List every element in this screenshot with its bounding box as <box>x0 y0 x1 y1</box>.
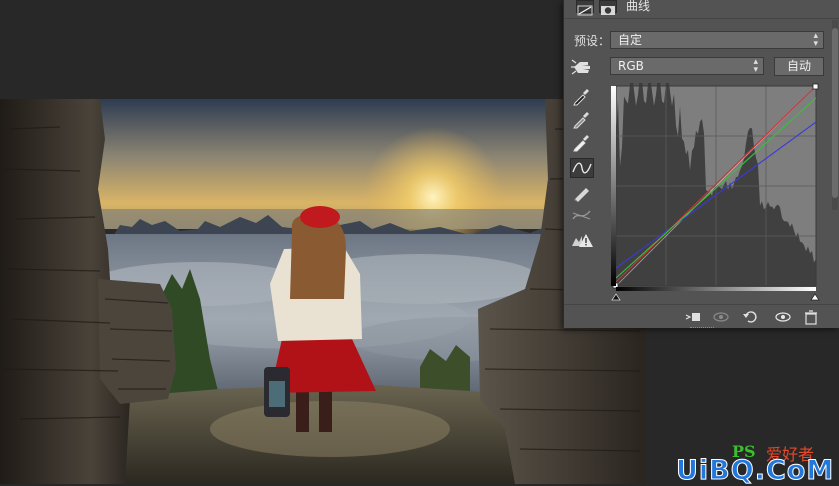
panel-header: 曲线 <box>564 0 839 17</box>
eye-previous-glyph <box>712 309 730 325</box>
panel-scrollbar[interactable] <box>832 20 838 210</box>
curves-properties-panel: 曲线 预设： 自定 ▴ ▾ RGB ▴ ▾ 自动 <box>563 0 839 328</box>
curves-graph[interactable] <box>611 83 820 291</box>
preset-value: 自定 <box>618 33 642 47</box>
black-point-slider[interactable] <box>612 294 620 300</box>
warning-glyph <box>570 230 594 250</box>
site-watermark: PS 爱好者 UiBQ.CoM <box>676 442 836 484</box>
sample-in-image-icon[interactable] <box>570 57 594 77</box>
watermark-brand: UiBQ.CoM <box>676 455 834 486</box>
gray-point-eyedropper-icon[interactable] <box>570 109 594 129</box>
curve-points-icon[interactable] <box>570 158 594 178</box>
smooth-glyph <box>570 205 594 225</box>
curves-glyph <box>577 5 593 16</box>
curves-adjustment-icon[interactable] <box>576 0 594 13</box>
preset-label: 预设： <box>574 32 610 49</box>
eye-glyph <box>774 309 792 325</box>
select-arrows-icon: ▴ ▾ <box>753 58 758 74</box>
output-gradient-bar <box>611 86 616 286</box>
reset-glyph <box>741 309 759 325</box>
curve-glyph <box>571 159 593 177</box>
hand-glyph <box>570 57 594 77</box>
clipping-warning-icon[interactable] <box>570 230 594 250</box>
panel-title: 曲线 <box>626 0 650 14</box>
trash-glyph <box>802 309 820 325</box>
girl-on-cliff-photo <box>0 99 645 484</box>
layer-mask-icon[interactable] <box>599 0 617 13</box>
channel-value: RGB <box>618 59 644 73</box>
slider-track <box>610 291 822 301</box>
smooth-curve-icon[interactable] <box>570 205 594 225</box>
black-point-eyedropper-icon[interactable] <box>570 86 594 106</box>
auto-button[interactable]: 自动 <box>774 57 824 76</box>
scrollbar-thumb[interactable] <box>832 28 838 198</box>
header-divider <box>564 18 839 19</box>
select-arrows-icon: ▴ ▾ <box>813 32 818 48</box>
visibility-eye-icon[interactable] <box>774 309 792 325</box>
panel-footer <box>564 304 839 329</box>
white-point-slider[interactable] <box>811 294 819 300</box>
pencil-glyph <box>570 182 594 202</box>
reset-icon[interactable] <box>741 309 759 325</box>
document-canvas-image[interactable] <box>0 99 645 484</box>
curve-endpoint-white[interactable] <box>813 84 818 89</box>
channel-select[interactable]: RGB ▴ ▾ <box>610 57 764 75</box>
white-point-eyedropper-icon[interactable] <box>570 132 594 152</box>
preset-select[interactable]: 自定 ▴ ▾ <box>610 31 824 49</box>
pencil-draw-icon[interactable] <box>570 182 594 202</box>
eyedropper-glyph <box>570 86 594 106</box>
eyedropper-glyph <box>570 132 594 152</box>
delete-trash-icon[interactable] <box>802 309 820 325</box>
clip-to-layer-icon[interactable] <box>684 309 702 325</box>
eyedropper-glyph <box>570 109 594 129</box>
panel-resize-grip[interactable] <box>690 327 714 330</box>
view-previous-icon[interactable] <box>712 309 730 325</box>
clip-glyph <box>684 309 702 325</box>
mask-glyph <box>600 5 616 16</box>
